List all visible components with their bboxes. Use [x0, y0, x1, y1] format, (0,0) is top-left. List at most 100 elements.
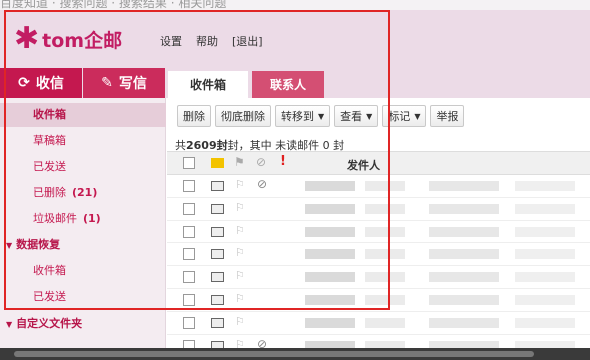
redacted-text — [515, 294, 575, 305]
redacted-text — [365, 181, 405, 191]
table-row[interactable]: ⚐ ⊘ — [167, 175, 590, 198]
sidebar-item-label: 已发送 — [33, 290, 66, 303]
sidebar-item-sent[interactable]: 已发送 — [0, 155, 166, 179]
sidebar-item-spam[interactable]: 垃圾邮件 (1) — [0, 207, 166, 231]
redacted-text — [515, 272, 575, 283]
flag-icon[interactable]: ⚑ — [234, 155, 245, 169]
redacted-text — [305, 181, 355, 191]
mail-rows: ⚐ ⊘ ⚐ ⚐ ⚐ ⚐ ⚐ ⚐ ⚐ ⊘ — [167, 175, 590, 358]
group-label: 自定义文件夹 — [16, 317, 83, 330]
row-checkbox[interactable] — [183, 202, 195, 215]
flag-icon[interactable]: ⚐ — [235, 201, 245, 214]
sidebar-item-inbox[interactable]: 收件箱 — [0, 103, 166, 127]
envelope-icon — [211, 249, 224, 260]
envelope-icon — [211, 181, 224, 191]
scrollbar-thumb[interactable] — [14, 351, 534, 357]
redacted-text — [429, 181, 499, 191]
sidebar-item-label: 草稿箱 — [33, 134, 66, 147]
table-row[interactable]: ⚐ — [167, 221, 590, 244]
table-row[interactable]: ⚐ — [167, 312, 590, 335]
flag-icon[interactable]: ⚐ — [235, 178, 245, 191]
delete-permanent-button[interactable]: 彻底删除 — [215, 105, 271, 127]
redacted-text — [429, 226, 499, 237]
redacted-text — [429, 317, 499, 328]
read-status-envelope-icon[interactable] — [211, 158, 224, 168]
row-checkbox[interactable] — [183, 248, 195, 261]
row-checkbox[interactable] — [183, 293, 195, 306]
redacted-text — [305, 249, 355, 260]
sender-column-header[interactable]: 发件人 — [347, 157, 380, 173]
row-checkbox[interactable] — [183, 271, 195, 284]
table-row[interactable]: ⚐ — [167, 198, 590, 221]
sidebar-item-label: 收件箱 — [33, 108, 66, 121]
sidebar-item-recovery-inbox[interactable]: 收件箱 — [0, 259, 166, 283]
envelope-icon — [211, 226, 224, 237]
flag-icon[interactable]: ⚐ — [235, 246, 245, 259]
receive-button[interactable]: ⟳ 收信 — [0, 68, 82, 98]
logout-link[interactable]: [退出] — [232, 33, 263, 49]
redacted-text — [429, 272, 499, 283]
sidebar-item-label: 收件箱 — [33, 264, 66, 277]
redacted-text — [515, 181, 575, 191]
logo[interactable]: ✱ tom企邮 — [14, 24, 122, 54]
select-all-checkbox[interactable] — [183, 157, 195, 169]
report-button[interactable]: 举报 — [430, 105, 465, 127]
sidebar: 收件箱 草稿箱 已发送 已删除 (21) 垃圾邮件 (1) ▼ 数据恢复 收件箱 已发… — [0, 98, 166, 348]
caret-down-icon: ▼ — [366, 111, 373, 121]
view-dropdown[interactable]: 查看 ▼ — [334, 105, 379, 127]
redacted-text — [515, 249, 575, 260]
move-to-dropdown[interactable]: 转移到 ▼ — [275, 105, 331, 127]
redacted-text — [515, 203, 575, 214]
redacted-text — [515, 317, 575, 328]
redacted-text — [365, 226, 405, 237]
important-icon[interactable]: ! — [280, 154, 286, 169]
sidebar-item-recovery-sent[interactable]: 已发送 — [0, 285, 166, 309]
redacted-text — [305, 272, 355, 283]
logo-text: tom企邮 — [42, 29, 123, 52]
delete-button[interactable]: 删除 — [177, 105, 211, 127]
sidebar-item-label: 垃圾邮件 — [33, 212, 77, 225]
sidebar-item-drafts[interactable]: 草稿箱 — [0, 129, 166, 153]
row-checkbox[interactable] — [183, 180, 195, 192]
flag-icon[interactable]: ⚐ — [235, 224, 245, 237]
flag-icon[interactable]: ⚐ — [235, 315, 245, 328]
table-row[interactable]: ⚐ — [167, 266, 590, 289]
spam-count: (1) — [83, 212, 101, 225]
header-links: 设置 帮助 [退出] — [160, 33, 263, 49]
redacted-text — [365, 317, 405, 328]
main-nav: ⟳ 收信 ✎ 写信 收件箱 联系人 — [0, 68, 590, 98]
sidebar-item-label: 已删除 — [33, 186, 66, 199]
group-label: 数据恢复 — [16, 238, 61, 251]
star-logo-icon: ✱ — [14, 21, 40, 56]
group-data-recovery[interactable]: ▼ 数据恢复 — [0, 233, 166, 257]
tab-inbox[interactable]: 收件箱 — [168, 71, 248, 98]
row-checkbox[interactable] — [183, 225, 195, 238]
caret-down-icon: ▼ — [318, 111, 325, 121]
flag-icon[interactable]: ⚐ — [235, 292, 245, 305]
table-row[interactable]: ⚐ — [167, 243, 590, 267]
flag-icon[interactable]: ⚐ — [235, 269, 245, 282]
table-row[interactable]: ⚐ — [167, 289, 590, 312]
move-to-label: 转移到 — [281, 110, 314, 123]
sidebar-item-deleted[interactable]: 已删除 (21) — [0, 181, 166, 205]
mark-label: 标记 — [388, 110, 411, 123]
write-button[interactable]: ✎ 写信 — [83, 68, 165, 98]
settings-link[interactable]: 设置 — [160, 33, 182, 49]
redacted-text — [305, 203, 355, 214]
envelope-icon — [211, 203, 224, 214]
envelope-icon — [211, 294, 224, 305]
mail-list-panel: 删除 彻底删除 转移到 ▼ 查看 ▼ 标记 ▼ 举报 共2609封封，其中 未读邮件 … — [167, 98, 590, 358]
redacted-text — [365, 203, 405, 214]
write-label: 写信 — [118, 76, 147, 92]
horizontal-scrollbar[interactable] — [0, 348, 590, 360]
compose-icon: ✎ — [101, 75, 113, 91]
help-link[interactable]: 帮助 — [196, 33, 218, 49]
envelope-icon — [211, 317, 224, 328]
attachment-icon[interactable]: ⊘ — [256, 155, 266, 169]
top-strip: 百度知道 · 搜索问题 · 搜索结果 · 相关问题 — [0, 0, 590, 10]
group-custom-folders[interactable]: ▼ 自定义文件夹 — [0, 312, 166, 336]
mark-dropdown[interactable]: 标记 ▼ — [382, 105, 427, 127]
row-checkbox[interactable] — [183, 316, 195, 329]
tab-contacts[interactable]: 联系人 — [252, 71, 324, 98]
view-label: 查看 — [340, 110, 363, 123]
